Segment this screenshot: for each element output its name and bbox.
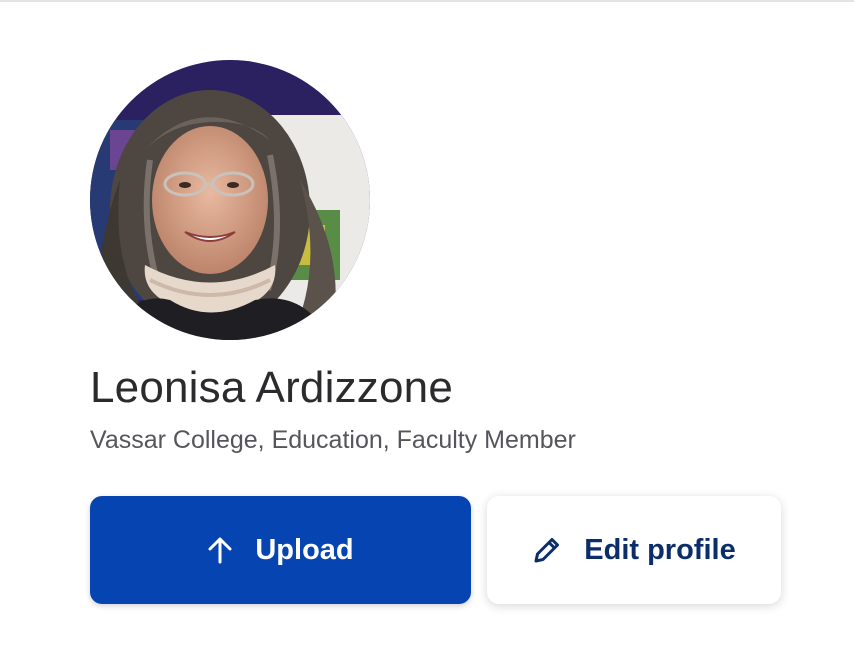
edit-profile-button-label: Edit profile (584, 533, 736, 566)
edit-profile-button[interactable]: Edit profile (487, 496, 781, 604)
top-divider (0, 0, 854, 2)
upload-button-label: Upload (255, 533, 354, 566)
profile-header: Leonisa Ardizzone Vassar College, Educat… (90, 60, 790, 604)
profile-actions: Upload Edit profile (90, 496, 781, 604)
avatar[interactable] (90, 60, 370, 340)
pencil-icon (532, 535, 562, 565)
profile-affiliation: Vassar College, Education, Faculty Membe… (90, 426, 576, 454)
arrow-up-icon (207, 536, 233, 564)
upload-button[interactable]: Upload (90, 496, 471, 604)
profile-name: Leonisa Ardizzone (90, 363, 453, 412)
avatar-photo (90, 60, 370, 340)
